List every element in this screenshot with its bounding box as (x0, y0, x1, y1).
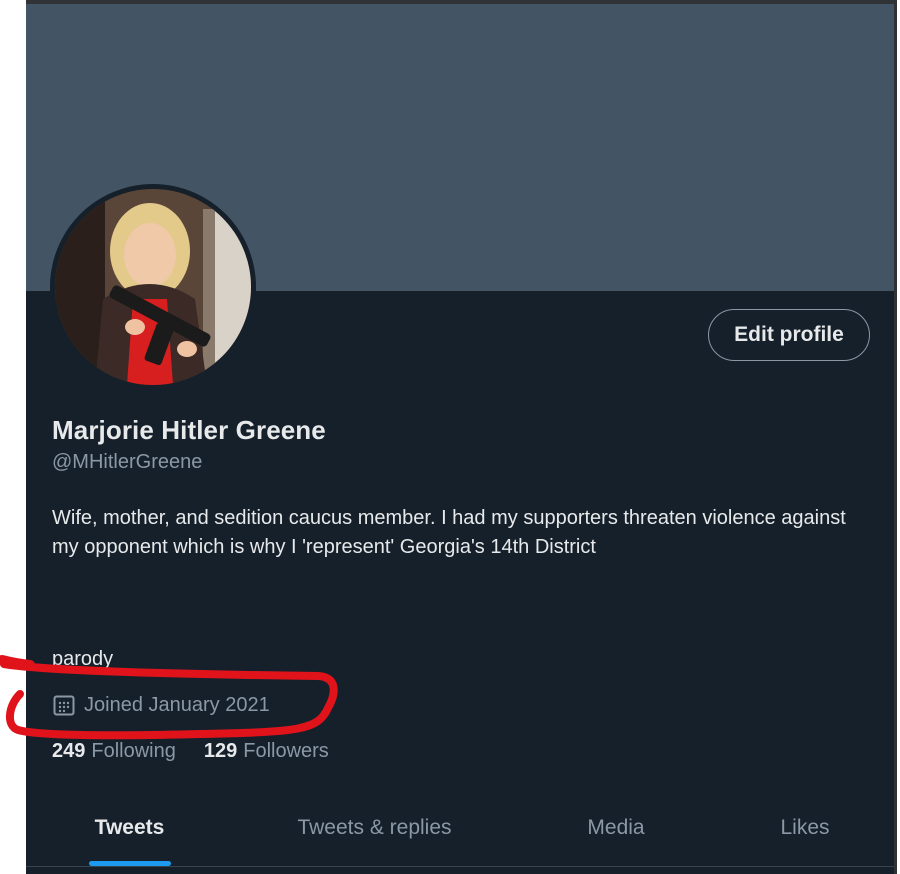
window-right-border (894, 0, 897, 874)
avatar[interactable] (50, 184, 256, 390)
tabs-divider (26, 866, 894, 867)
profile-extra-text: parody (52, 648, 114, 670)
tab-media[interactable]: Media (516, 790, 716, 866)
followers-count: 129 (203, 740, 238, 762)
following-label: Following (91, 740, 176, 762)
tab-likes[interactable]: Likes (716, 790, 894, 866)
profile-bio: Wife, mother, and sedition caucus member… (52, 507, 846, 558)
edit-profile-button[interactable]: Edit profile (708, 309, 870, 361)
profile-page: Edit profile Marjorie Hitler Greene @MHi… (26, 0, 897, 874)
tab-label: Likes (780, 816, 830, 839)
avatar-image (55, 189, 251, 385)
joined-date: Joined January 2021 (52, 692, 270, 718)
tab-tweets-replies[interactable]: Tweets & replies (233, 790, 516, 866)
avatar-photo (55, 189, 251, 385)
following-link[interactable]: 249 Following (52, 740, 176, 763)
tab-tweets[interactable]: Tweets (26, 790, 233, 866)
tab-label: Tweets (94, 816, 165, 839)
joined-text: Joined January 2021 (84, 693, 270, 716)
following-count: 249 (52, 740, 86, 762)
follow-stats: 249 Following 129 Followers (52, 740, 329, 763)
followers-label: Followers (243, 740, 329, 762)
profile-handle: @MHitlerGreene (52, 451, 203, 473)
followers-link[interactable]: 129 Followers (204, 740, 329, 763)
tab-label: Tweets & replies (297, 816, 452, 839)
tab-label: Media (587, 816, 645, 839)
calendar-icon (52, 693, 76, 717)
profile-name: Marjorie Hitler Greene (52, 415, 326, 445)
profile-tabs: Tweets Tweets & replies Media Likes (26, 790, 894, 866)
